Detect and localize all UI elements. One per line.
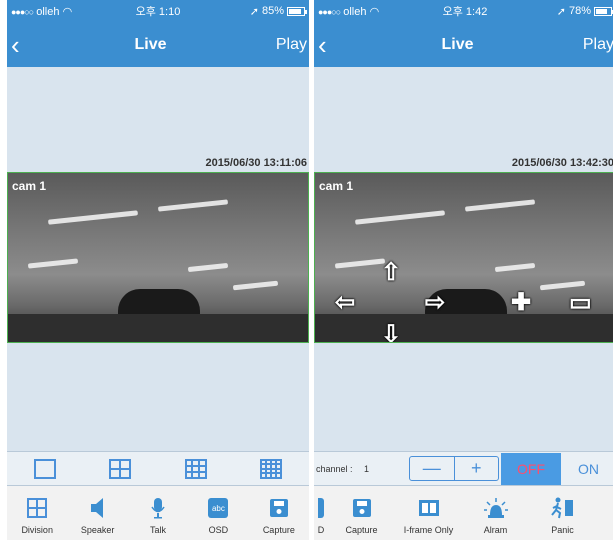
battery-percent: 85% bbox=[261, 5, 284, 17]
minus-button[interactable]: — bbox=[410, 457, 455, 480]
ceiling-light bbox=[494, 262, 536, 273]
signal-icon: ●●●○○ bbox=[318, 6, 341, 17]
tab-bar: Division Speaker Talk abc OSD Capture bbox=[7, 486, 309, 540]
battery-fill bbox=[289, 8, 301, 14]
camera-label: cam 1 bbox=[12, 179, 47, 193]
arrow-left-icon[interactable]: ⇦ bbox=[335, 291, 355, 315]
arrow-right-icon[interactable]: ⇨ bbox=[425, 291, 445, 315]
battery-percent: 78% bbox=[568, 5, 591, 17]
osd-icon: abc bbox=[208, 498, 229, 518]
tab-label: Panic bbox=[551, 525, 574, 535]
desk-shape bbox=[8, 314, 308, 342]
status-bar: ●●●○○ olleh ◠ 오후 1:10 ➚ 85% bbox=[7, 0, 309, 22]
phone-screen-left: ●●●○○ olleh ◠ 오후 1:10 ➚ 85% ‹ Live Play 2… bbox=[7, 0, 309, 540]
video-view[interactable]: cam 1 bbox=[7, 172, 309, 343]
wifi-icon: ◠ bbox=[62, 5, 73, 18]
ceiling-light bbox=[464, 199, 536, 212]
panic-icon bbox=[550, 497, 573, 519]
tab-partial-right bbox=[596, 486, 613, 540]
camera-label: cam 1 bbox=[319, 179, 354, 193]
ceiling-light bbox=[187, 262, 229, 273]
tab-label: I-frame Only bbox=[403, 525, 454, 535]
carrier-label: olleh bbox=[343, 5, 367, 18]
arrow-down-icon[interactable]: ⇩ bbox=[381, 323, 401, 343]
microphone-icon bbox=[151, 498, 165, 519]
channel-label: channel : bbox=[316, 463, 353, 474]
on-button[interactable]: ON bbox=[561, 461, 613, 477]
nav-bar: ‹ Live Play bbox=[314, 22, 613, 67]
page-title: Live bbox=[441, 35, 474, 53]
location-icon: ➚ bbox=[249, 5, 259, 18]
tab-alarm[interactable]: Alram bbox=[462, 486, 529, 540]
wifi-icon: ◠ bbox=[369, 5, 380, 18]
chevron-left-icon[interactable]: ‹ bbox=[7, 32, 37, 58]
tab-division[interactable]: Division bbox=[7, 486, 67, 540]
tab-partial-left[interactable]: D bbox=[314, 486, 328, 540]
tab-osd[interactable]: abc OSD bbox=[188, 486, 248, 540]
video-timestamp: 2015/06/30 13:42:30 bbox=[511, 157, 613, 169]
ceiling-light bbox=[157, 199, 229, 212]
battery-fill bbox=[596, 8, 607, 14]
tab-label: Talk bbox=[150, 525, 167, 535]
tab-label: Division bbox=[21, 525, 53, 535]
channel-value: 1 bbox=[364, 463, 370, 474]
play-button[interactable]: Play bbox=[571, 36, 613, 54]
alarm-light-icon bbox=[483, 498, 508, 518]
division-bar bbox=[7, 451, 309, 486]
save-icon bbox=[269, 499, 288, 517]
tab-label: Speaker bbox=[80, 525, 115, 535]
location-icon: ➚ bbox=[556, 5, 566, 18]
tab-iframe-only[interactable]: I-frame Only bbox=[395, 486, 462, 540]
tab-label: Alram bbox=[483, 525, 508, 535]
iframe-icon bbox=[418, 500, 439, 516]
tab-speaker[interactable]: Speaker bbox=[67, 486, 127, 540]
sixteen-view-icon[interactable] bbox=[260, 458, 283, 479]
arrow-up-icon[interactable]: ⇧ bbox=[381, 261, 401, 285]
tab-label: Capture bbox=[262, 525, 295, 535]
play-button[interactable]: Play bbox=[264, 36, 309, 54]
quad-view-icon[interactable] bbox=[109, 458, 132, 479]
tab-talk[interactable]: Talk bbox=[128, 486, 188, 540]
tab-label: D bbox=[317, 525, 325, 535]
tab-label: Capture bbox=[345, 525, 378, 535]
channel-control-bar: channel : 1 — + OFF ON bbox=[314, 451, 613, 486]
tab-bar: D Capture I-frame Only Alram Panic bbox=[314, 486, 613, 540]
chevron-left-icon[interactable]: ‹ bbox=[314, 32, 344, 58]
signal-icon: ●●●○○ bbox=[11, 6, 34, 17]
desk-shape bbox=[315, 314, 613, 342]
zoom-out-icon[interactable]: ▭ bbox=[569, 291, 592, 315]
nine-view-icon[interactable] bbox=[184, 458, 207, 479]
ceiling-light bbox=[334, 258, 386, 269]
phone-screen-right: ●●●○○ olleh ◠ 오후 1:42 ➚ 78% ‹ Live Play 2… bbox=[314, 0, 613, 540]
ceiling-light bbox=[232, 280, 279, 291]
video-timestamp: 2015/06/30 13:11:06 bbox=[205, 157, 307, 169]
nav-bar: ‹ Live Play bbox=[7, 22, 309, 67]
status-bar: ●●●○○ olleh ◠ 오후 1:42 ➚ 78% bbox=[314, 0, 613, 22]
off-button[interactable]: OFF bbox=[501, 452, 561, 485]
partial-icon bbox=[318, 498, 324, 518]
tab-label: OSD bbox=[208, 525, 229, 535]
page-title: Live bbox=[134, 35, 167, 53]
ceiling-light bbox=[27, 258, 79, 269]
tab-capture[interactable]: Capture bbox=[249, 486, 309, 540]
channel-stepper[interactable]: — + bbox=[409, 456, 499, 481]
battery-icon bbox=[594, 6, 613, 16]
grid-icon bbox=[27, 498, 48, 518]
zoom-in-icon[interactable]: ✚ bbox=[511, 291, 531, 315]
status-time: 오후 1:10 bbox=[135, 6, 181, 18]
single-view-icon[interactable] bbox=[33, 458, 56, 479]
plus-button[interactable]: + bbox=[455, 457, 499, 480]
speaker-icon bbox=[90, 498, 103, 518]
tab-capture[interactable]: Capture bbox=[328, 486, 395, 540]
save-icon bbox=[352, 499, 371, 517]
ceiling-light bbox=[47, 210, 139, 225]
battery-icon bbox=[287, 6, 307, 16]
tab-panic[interactable]: Panic bbox=[529, 486, 596, 540]
video-view[interactable]: cam 1 ⇧ ⇦ ⇨ ⇩ ✚ ▭ bbox=[314, 172, 613, 343]
status-time: 오후 1:42 bbox=[442, 6, 488, 18]
carrier-label: olleh bbox=[36, 5, 60, 18]
ceiling-light bbox=[354, 210, 446, 225]
